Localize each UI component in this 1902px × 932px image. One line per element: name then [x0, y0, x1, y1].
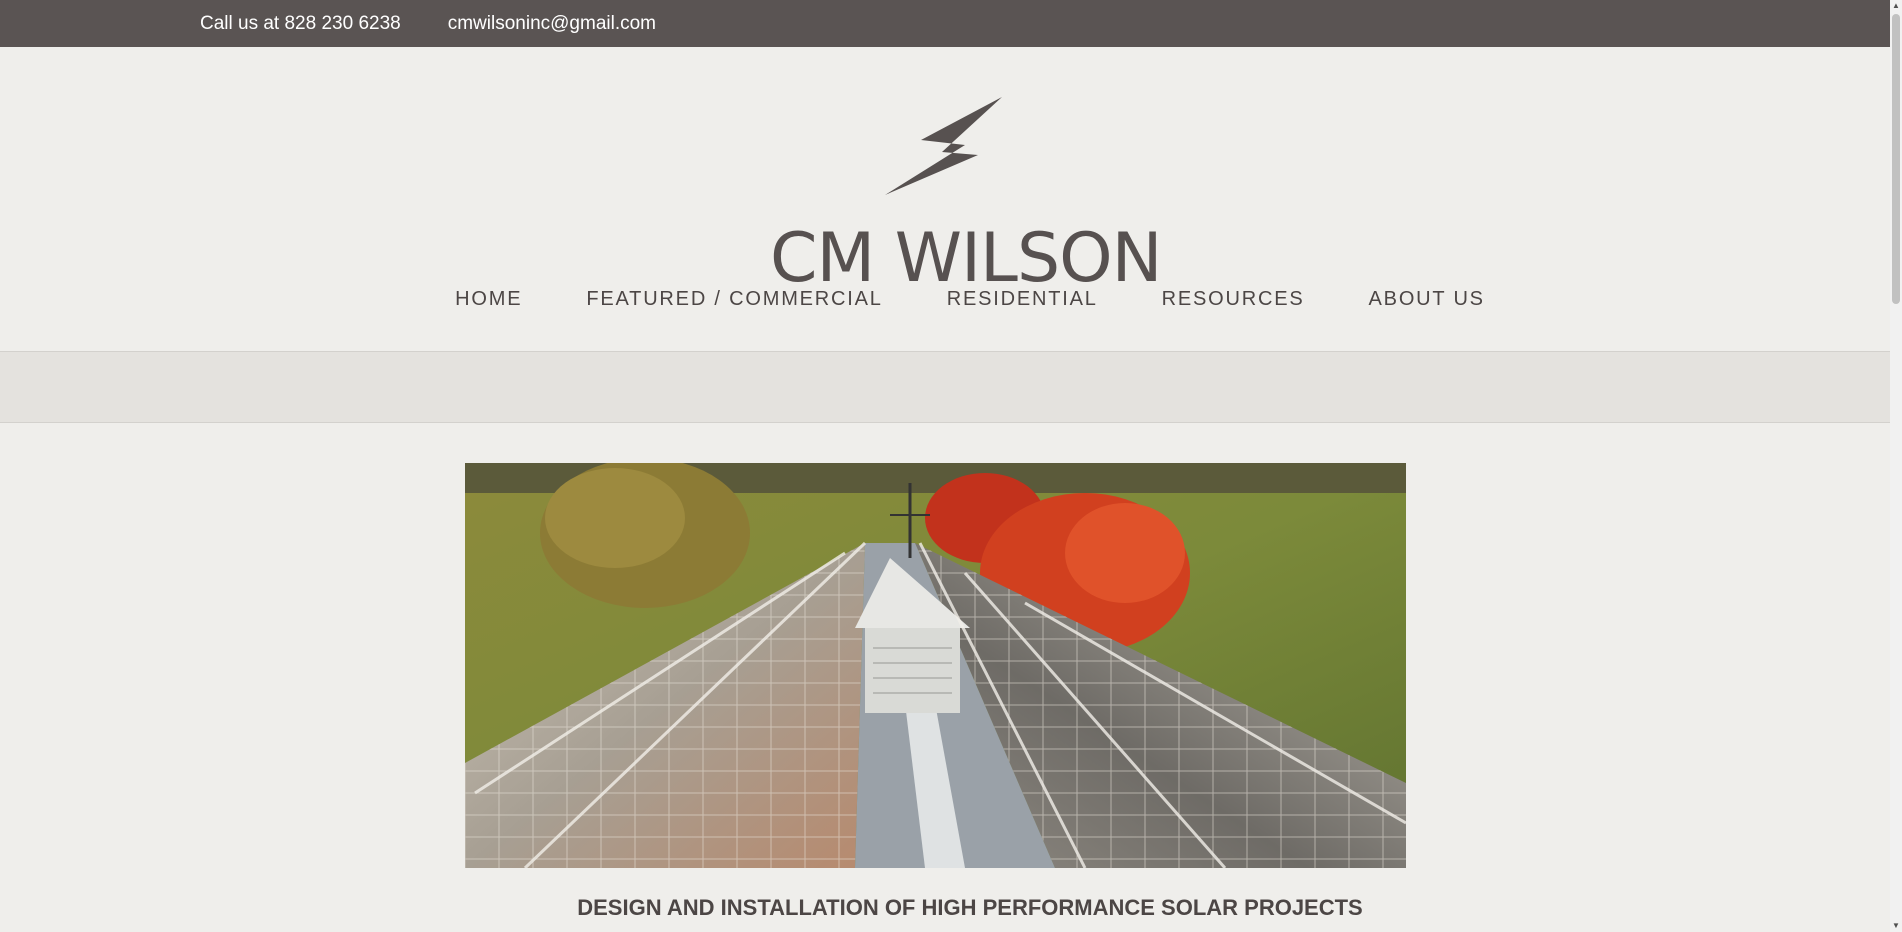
site-logo[interactable]: CM WILSON	[770, 97, 1163, 298]
logo-text: CM WILSON	[770, 219, 1163, 298]
contact-bar: Call us at 828 230 6238 cmwilsoninc@gmai…	[0, 0, 1890, 47]
nav-item-home[interactable]: HOME	[455, 288, 522, 311]
nav-item-resources[interactable]: RESOURCES	[1162, 288, 1305, 311]
scroll-down-icon[interactable]: ▼	[1890, 920, 1902, 932]
nav-item-about-us[interactable]: ABOUT US	[1369, 288, 1485, 311]
scroll-up-icon[interactable]: ▲	[1890, 0, 1902, 12]
main-nav: HOME FEATURED / COMMERCIAL RESIDENTIAL R…	[0, 288, 1890, 311]
nav-item-featured-commercial[interactable]: FEATURED / COMMERCIAL	[586, 288, 882, 311]
page: Call us at 828 230 6238 cmwilsoninc@gmai…	[0, 0, 1902, 932]
banner-band	[0, 352, 1890, 422]
page-scrollbar[interactable]: ▲ ▼	[1890, 0, 1902, 932]
tagline: DESIGN AND INSTALLATION OF HIGH PERFORMA…	[577, 895, 1363, 920]
hero-image	[465, 463, 1406, 868]
email-link[interactable]: cmwilsoninc@gmail.com	[448, 13, 656, 35]
solar-roof-photo	[465, 463, 1406, 868]
band-divider	[0, 422, 1890, 423]
site-header: CM WILSON HOME FEATURED / COMMERCIAL RES…	[0, 47, 1890, 351]
phone-link[interactable]: Call us at 828 230 6238	[200, 13, 401, 35]
nav-item-residential[interactable]: RESIDENTIAL	[947, 288, 1098, 311]
scroll-thumb[interactable]	[1892, 14, 1900, 304]
